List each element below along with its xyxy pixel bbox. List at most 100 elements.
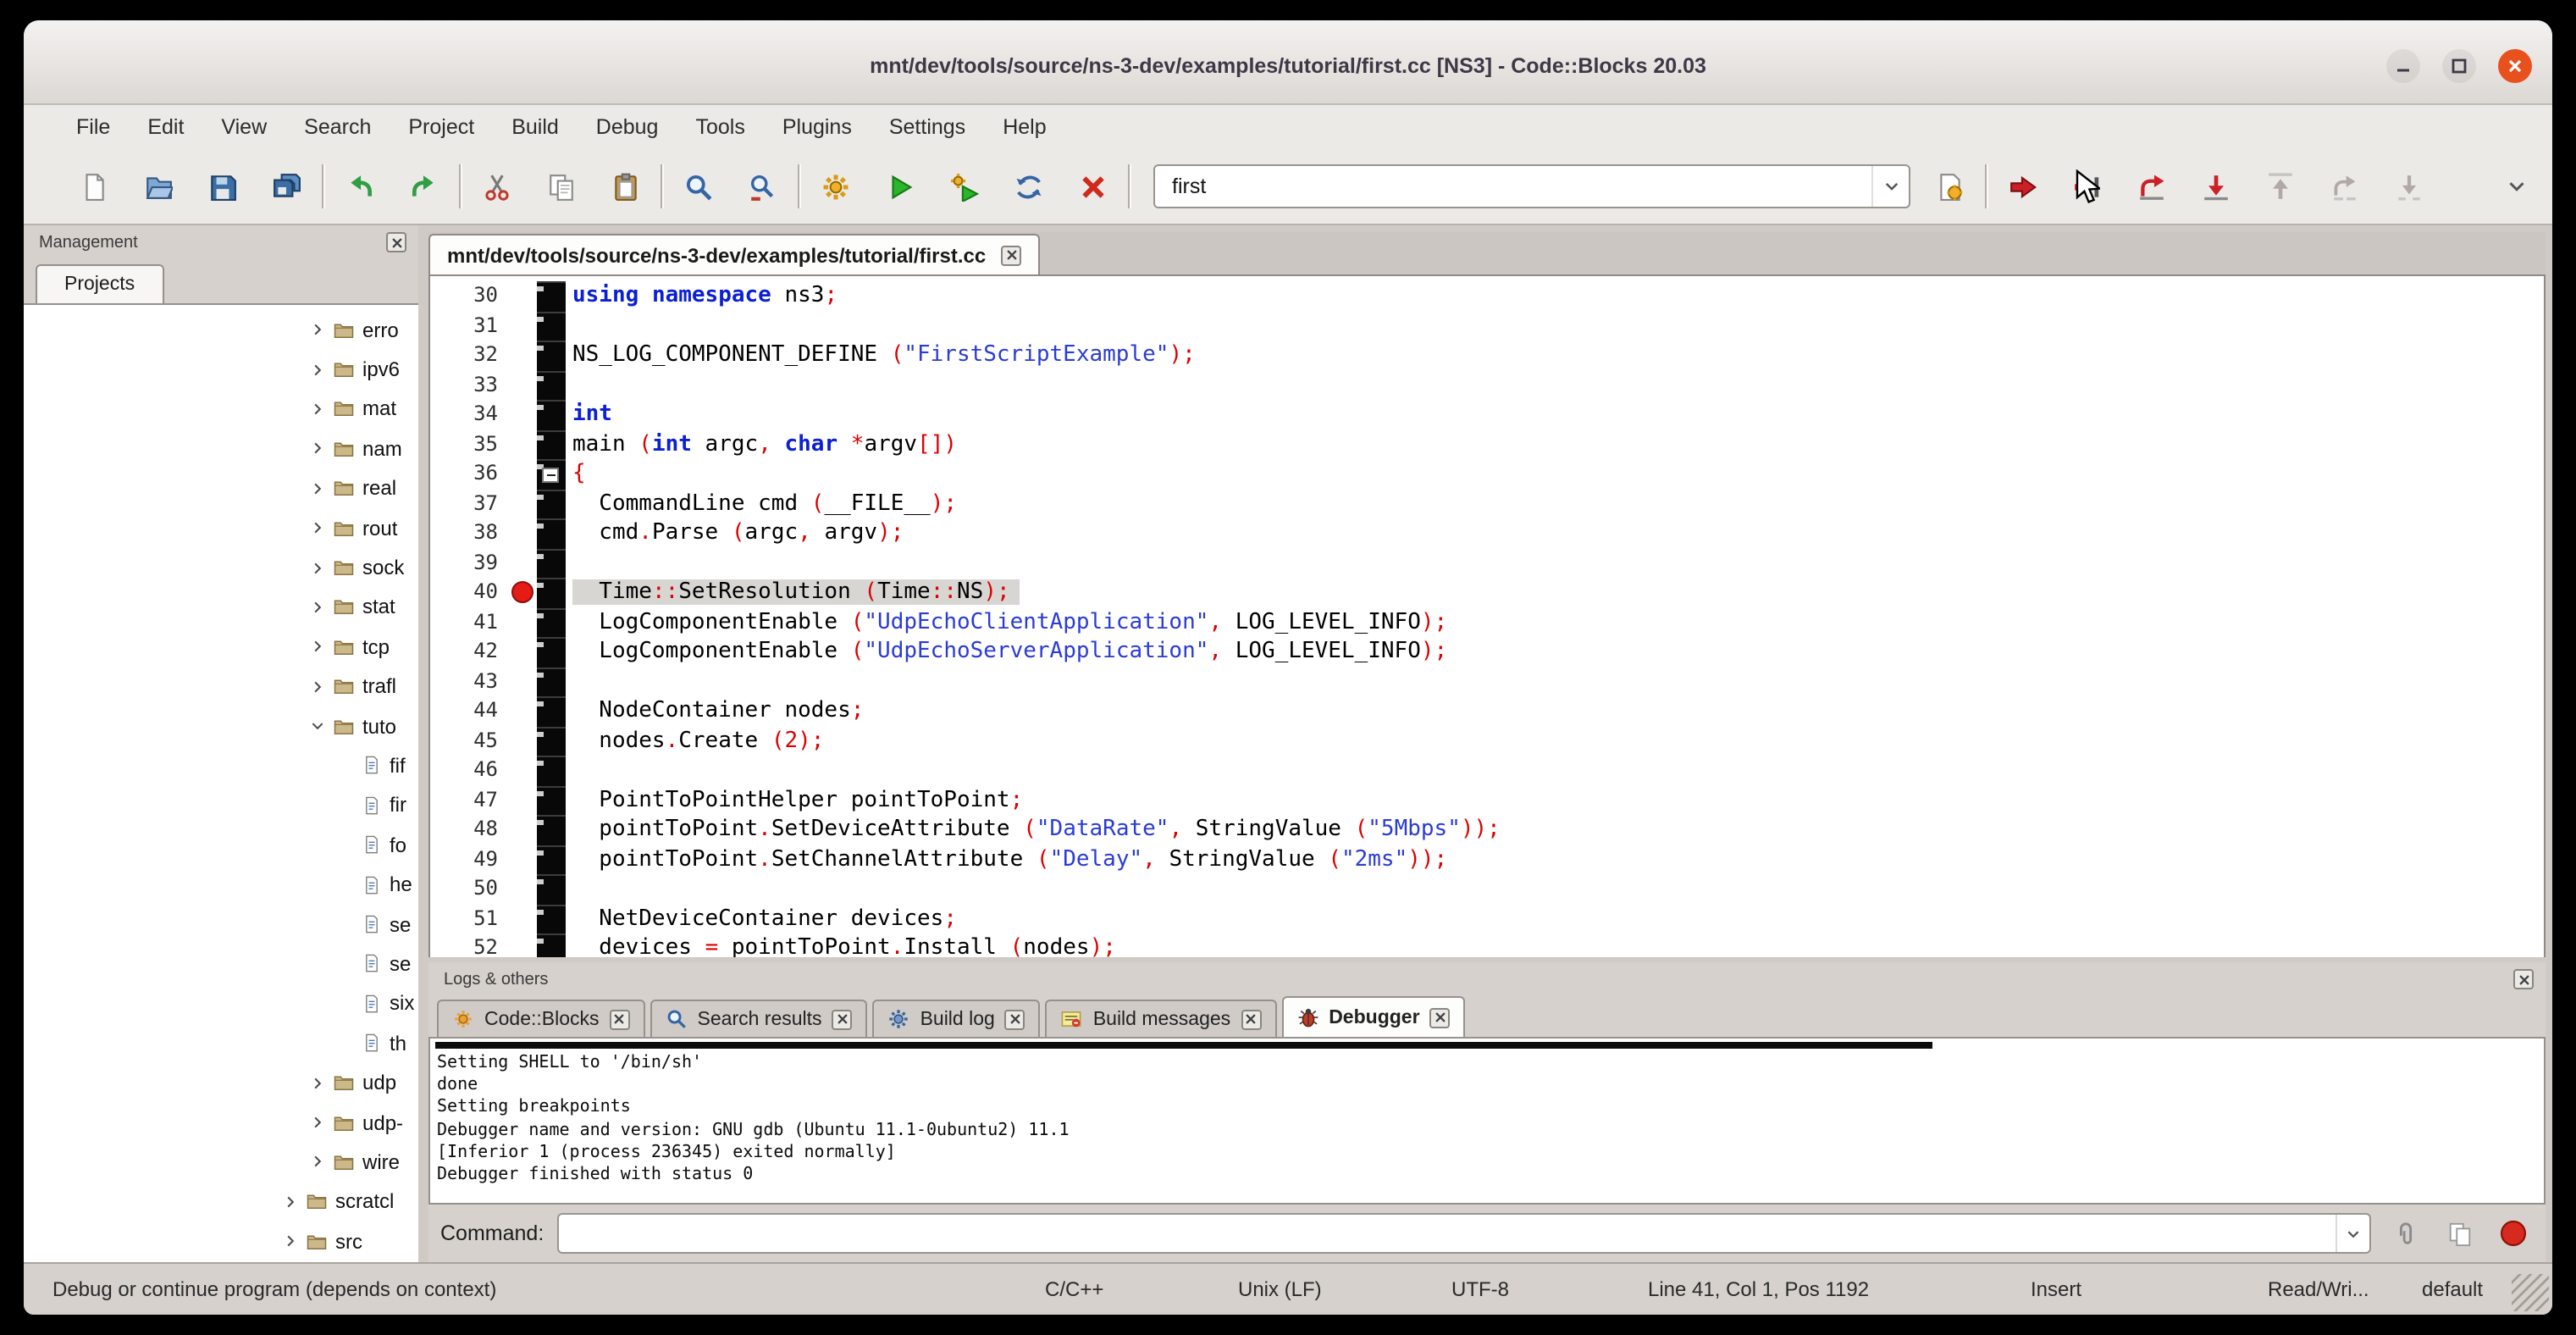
menu-help[interactable]: Help (984, 105, 1064, 149)
tree-item-fir[interactable]: fir (24, 785, 418, 825)
line-number[interactable]: 32 (430, 341, 511, 370)
build-and-run-button[interactable] (938, 161, 989, 212)
tab-projects[interactable]: Projects (36, 264, 163, 303)
tree-item-th[interactable]: th (24, 1023, 418, 1063)
tree-item-scratcl[interactable]: scratcl (24, 1182, 418, 1221)
log-tab-close-button[interactable] (1241, 1009, 1261, 1029)
titlebar[interactable]: mnt/dev/tools/source/ns-3-dev/examples/t… (24, 20, 2552, 105)
line-number[interactable]: 31 (430, 311, 511, 341)
build-button[interactable] (810, 161, 860, 212)
breakpoint-margin[interactable] (511, 845, 537, 874)
line-number[interactable]: 35 (430, 429, 511, 459)
breakpoint-margin[interactable] (511, 815, 537, 845)
code-line-34[interactable]: 34int (430, 400, 2544, 429)
line-number[interactable]: 38 (430, 518, 511, 548)
breakpoint-margin[interactable] (511, 311, 537, 341)
breakpoint-margin[interactable] (511, 341, 537, 370)
menu-edit[interactable]: Edit (129, 105, 202, 149)
debugger-log[interactable]: Setting SHELL to '/bin/sh'doneSetting br… (428, 1037, 2546, 1205)
breakpoint-margin[interactable] (511, 904, 537, 933)
tree-item-six[interactable]: six (24, 983, 418, 1023)
log-tab-build-messages[interactable]: Build messages (1046, 1000, 1276, 1037)
find-button[interactable] (672, 161, 723, 212)
chevron-right-icon[interactable] (305, 640, 330, 655)
code-line-47[interactable]: 47 PointToPointHelper pointToPoint; (430, 785, 2544, 815)
save-all-button[interactable] (261, 161, 312, 212)
chevron-right-icon[interactable] (305, 1155, 330, 1170)
tree-item-nam[interactable]: nam (24, 429, 418, 468)
code-line-31[interactable]: 31 (430, 311, 2544, 341)
breakpoint-margin[interactable] (511, 370, 537, 400)
find-replace-button[interactable] (737, 161, 788, 212)
resize-grip[interactable] (2512, 1274, 2549, 1311)
code-line-51[interactable]: 51 NetDeviceContainer devices; (430, 904, 2544, 933)
redo-button[interactable] (398, 161, 449, 212)
tree-item-wire[interactable]: wire (24, 1142, 418, 1182)
maximize-button[interactable] (2442, 49, 2476, 83)
line-number[interactable]: 44 (430, 696, 511, 726)
paperclip-button[interactable] (2385, 1213, 2425, 1254)
chevron-right-icon[interactable] (305, 679, 330, 694)
tree-item-mat[interactable]: mat (24, 390, 418, 429)
step-into-button[interactable] (2190, 161, 2241, 212)
code-line-41[interactable]: 41 LogComponentEnable ("UdpEchoClientApp… (430, 607, 2544, 637)
chevron-right-icon[interactable] (305, 441, 330, 457)
breakpoint-margin[interactable] (511, 667, 537, 696)
line-number[interactable]: 45 (430, 726, 511, 756)
editor-tab-first-cc[interactable]: mnt/dev/tools/source/ns-3-dev/examples/t… (428, 234, 1040, 274)
command-combobox[interactable] (557, 1213, 2371, 1254)
line-number[interactable]: 30 (430, 281, 511, 311)
log-tab-build-log[interactable]: Build log (873, 1000, 1041, 1037)
new-file-button[interactable] (68, 161, 119, 212)
build-target-input[interactable] (1155, 174, 1871, 198)
code-line-52[interactable]: 52 devices = pointToPoint.Install (nodes… (430, 933, 2544, 957)
line-number[interactable]: 47 (430, 785, 511, 815)
menu-plugins[interactable]: Plugins (764, 105, 871, 149)
next-instruction-button[interactable] (2319, 161, 2369, 212)
toolbar-overflow-chevron[interactable] (2491, 161, 2542, 212)
minimize-button[interactable] (2386, 49, 2420, 83)
fold-collapse-box[interactable] (542, 468, 559, 483)
log-tab-close-button[interactable] (1005, 1009, 1025, 1029)
code-line-32[interactable]: 32NS_LOG_COMPONENT_DEFINE ("FirstScriptE… (430, 341, 2544, 370)
chevron-down-icon[interactable] (2336, 1215, 2369, 1252)
menu-view[interactable]: View (202, 105, 285, 149)
breakpoint-margin[interactable] (511, 518, 537, 548)
paste-button[interactable] (600, 161, 650, 212)
tree-item-sock[interactable]: sock (24, 548, 418, 588)
breakpoint-margin[interactable] (511, 489, 537, 518)
chevron-right-icon[interactable] (305, 1115, 330, 1130)
log-tab-search-results[interactable]: Search results (650, 1000, 868, 1037)
code-editor[interactable]: 30using namespace ns3;3132NS_LOG_COMPONE… (428, 276, 2546, 957)
logs-close-button[interactable] (2513, 969, 2534, 989)
breakpoint-margin[interactable] (511, 607, 537, 637)
chevron-right-icon[interactable] (305, 520, 330, 535)
open-folder-button[interactable] (132, 161, 183, 212)
copy-button[interactable] (2439, 1213, 2479, 1254)
line-number[interactable]: 34 (430, 400, 511, 429)
step-into-instruction-button[interactable] (2383, 161, 2434, 212)
code-line-38[interactable]: 38 cmd.Parse (argc, argv); (430, 518, 2544, 548)
breakpoint-margin[interactable] (511, 400, 537, 429)
cut-button[interactable] (471, 161, 522, 212)
tree-item-fo[interactable]: fo (24, 825, 418, 865)
menu-settings[interactable]: Settings (871, 105, 984, 149)
build-target-select[interactable] (1153, 164, 1910, 208)
management-close-button[interactable] (386, 232, 406, 252)
breakpoint-margin[interactable] (511, 429, 537, 459)
menu-tools[interactable]: Tools (677, 105, 763, 149)
log-tab-debugger[interactable]: Debugger (1281, 996, 1465, 1037)
chevron-right-icon[interactable] (305, 600, 330, 615)
tree-item-src[interactable]: src (24, 1221, 418, 1261)
tree-item-rout[interactable]: rout (24, 508, 418, 548)
line-number[interactable]: 52 (430, 933, 511, 957)
line-number[interactable]: 40 (430, 578, 511, 607)
line-number[interactable]: 37 (430, 489, 511, 518)
breakpoint-marker[interactable] (511, 581, 533, 603)
chevron-down-icon[interactable] (1871, 166, 1909, 207)
breakpoint-margin[interactable] (511, 578, 537, 607)
breakpoint-margin[interactable] (511, 696, 537, 726)
breakpoint-margin[interactable] (511, 756, 537, 785)
breakpoint-margin[interactable] (511, 548, 537, 578)
tree-item-tcp[interactable]: tcp (24, 627, 418, 667)
